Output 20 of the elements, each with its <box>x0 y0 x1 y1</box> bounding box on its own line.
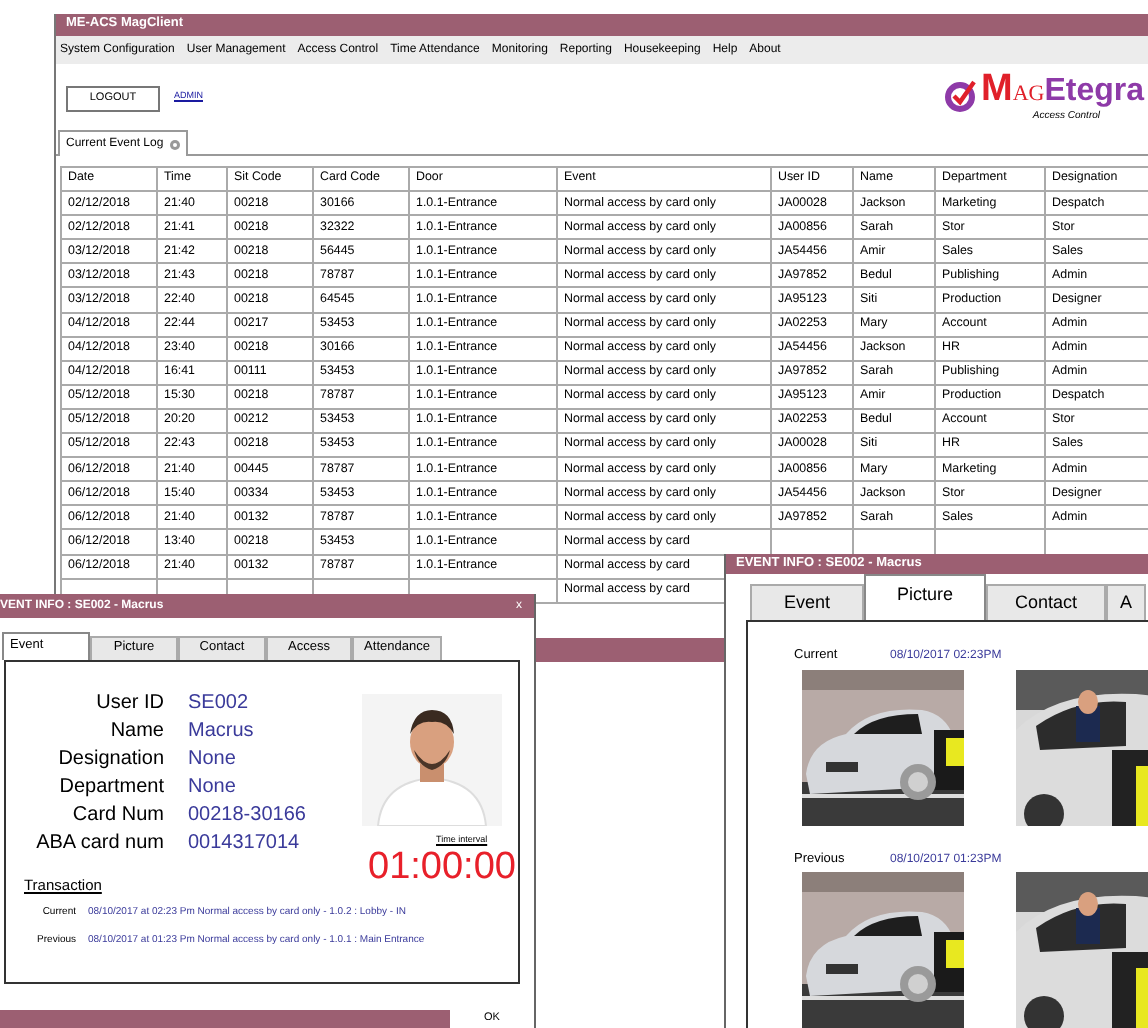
logo-icon <box>944 80 979 112</box>
tab[interactable]: Picture <box>864 574 986 620</box>
tab[interactable]: Event <box>750 584 864 620</box>
field-label: ABA card num <box>34 833 164 853</box>
field-value: 0014317014 <box>188 833 300 853</box>
field-label: Department <box>57 777 164 797</box>
field-label: Name <box>108 721 164 741</box>
field-value: None <box>188 777 236 797</box>
time-interval-value: 01:00:00 <box>368 848 516 886</box>
field-label: Designation <box>56 749 164 769</box>
tab[interactable]: A <box>1106 584 1146 620</box>
field-value: 00218-30166 <box>188 805 306 825</box>
field-value: None <box>188 749 236 769</box>
field-label: Card Num <box>70 805 164 825</box>
field-value: Macrus <box>188 721 254 741</box>
field-label: User ID <box>94 693 164 713</box>
logo-wordmark: MAGEtegra <box>980 70 1144 108</box>
tab[interactable]: Contact <box>986 584 1106 620</box>
field-value: SE002 <box>188 693 249 713</box>
info-icon[interactable] <box>169 139 180 149</box>
